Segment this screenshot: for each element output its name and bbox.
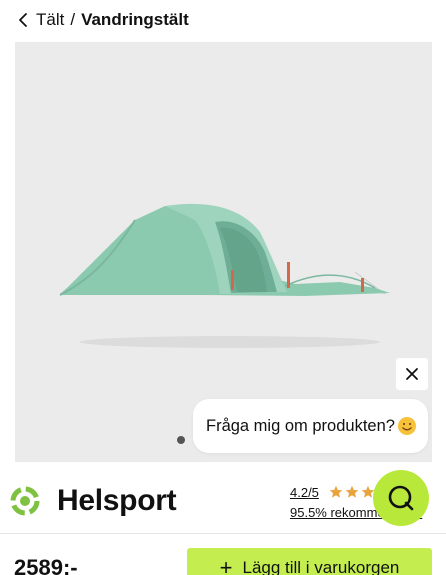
chat-prompt-text: Fråga mig om produkten? — [206, 416, 395, 435]
chevron-left-icon[interactable] — [16, 12, 30, 28]
plus-icon: + — [219, 555, 233, 575]
breadcrumb-current[interactable]: Vandringstält — [81, 10, 189, 30]
breadcrumb: Tält / Vandringstält — [0, 0, 446, 40]
smiling-face-icon — [397, 416, 417, 436]
add-to-cart-button[interactable]: + Lägg till i varukorgen — [187, 548, 432, 575]
brand-name[interactable]: Helsport — [57, 484, 177, 518]
breadcrumb-parent-link[interactable]: Tält — [36, 10, 64, 30]
close-chat-prompt-button[interactable] — [396, 358, 428, 390]
tent-product-image — [59, 203, 390, 348]
divider — [0, 533, 446, 534]
chat-open-button[interactable] — [373, 470, 429, 526]
close-icon — [406, 368, 418, 380]
breadcrumb-separator: / — [70, 10, 76, 29]
add-to-cart-label: Lägg till i varukorgen — [242, 558, 400, 575]
rating-score[interactable]: 4.2/5 — [290, 485, 319, 500]
gallery-dot-indicator[interactable] — [177, 436, 185, 444]
chat-prompt-bubble[interactable]: Fråga mig om produkten? — [193, 399, 428, 453]
chat-icon — [388, 485, 414, 511]
helsport-logo[interactable] — [8, 484, 42, 518]
product-price: 2589:- — [14, 555, 78, 575]
